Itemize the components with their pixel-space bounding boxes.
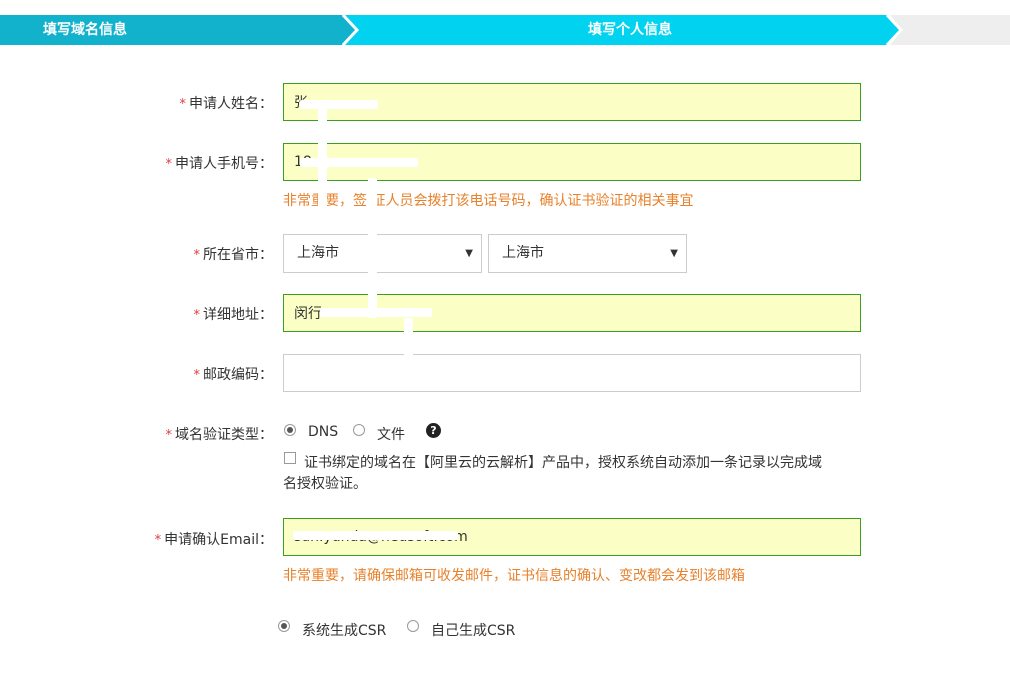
own-csr-label: 自己生成CSR [431, 623, 516, 639]
city-select[interactable]: 上海市 ▼ [488, 234, 687, 273]
redaction-mark [300, 158, 418, 167]
redaction-mark [293, 531, 458, 540]
own-csr-radio[interactable] [407, 620, 419, 632]
city-value: 上海市 [502, 245, 544, 261]
email-label: * 申请确认Email： [154, 532, 273, 548]
applicant-name-label: * 申请人姓名： [179, 96, 274, 112]
file-radio-label: 文件 [377, 427, 405, 443]
province-select[interactable]: 上海市 ▼ [283, 234, 482, 273]
redaction-mark [320, 308, 432, 317]
redaction-mark [404, 318, 413, 390]
auto-add-record-checkbox[interactable] [284, 452, 296, 464]
auto-add-record-text-line1: 证书绑定的域名在【阿里云的云解析】产品中，授权系统自动添加一条记录以完成域 [304, 455, 822, 471]
email-hint: 非常重要，请确保邮箱可收发邮件，证书信息的确认、变改都会发到该邮箱 [283, 568, 745, 584]
step-2-label: 填写个人信息 [588, 22, 672, 38]
required-mark: * [179, 97, 187, 112]
help-icon[interactable]: ? [426, 423, 441, 438]
step-1-label: 填写域名信息 [43, 22, 127, 38]
required-mark: * [165, 428, 173, 443]
system-csr-radio[interactable] [278, 620, 290, 632]
required-mark: * [193, 368, 201, 383]
auto-add-record-text-line2: 名授权验证。 [283, 476, 367, 492]
redaction-mark [368, 178, 377, 318]
dns-radio-label: DNS [308, 424, 339, 440]
chevron-down-icon: ▼ [670, 248, 678, 259]
address-label: * 详细地址： [193, 307, 274, 323]
system-csr-label: 系统生成CSR [302, 623, 387, 639]
required-mark: * [193, 308, 201, 323]
required-mark: * [165, 157, 173, 172]
step-pending-shape [890, 15, 1010, 45]
region-label: * 所在省市： [193, 247, 274, 263]
required-mark: * [154, 533, 162, 548]
step-progress-bar: 填写域名信息 填写个人信息 [0, 15, 1010, 45]
step-bar-shapes [0, 15, 1010, 45]
dns-radio[interactable] [284, 424, 296, 436]
file-radio[interactable] [353, 424, 365, 436]
postcode-label: * 邮政编码： [193, 367, 274, 383]
chevron-down-icon: ▼ [465, 248, 473, 259]
verify-type-label: * 域名验证类型： [165, 427, 274, 443]
province-value: 上海市 [297, 245, 339, 261]
redaction-mark [300, 100, 378, 109]
required-mark: * [193, 248, 201, 263]
postcode-input[interactable] [283, 354, 861, 392]
phone-label: * 申请人手机号： [165, 156, 274, 172]
phone-hint: 非常重要，签 证人员会拨打该电话号码，确认证书验证的相关事宜 [283, 193, 694, 209]
